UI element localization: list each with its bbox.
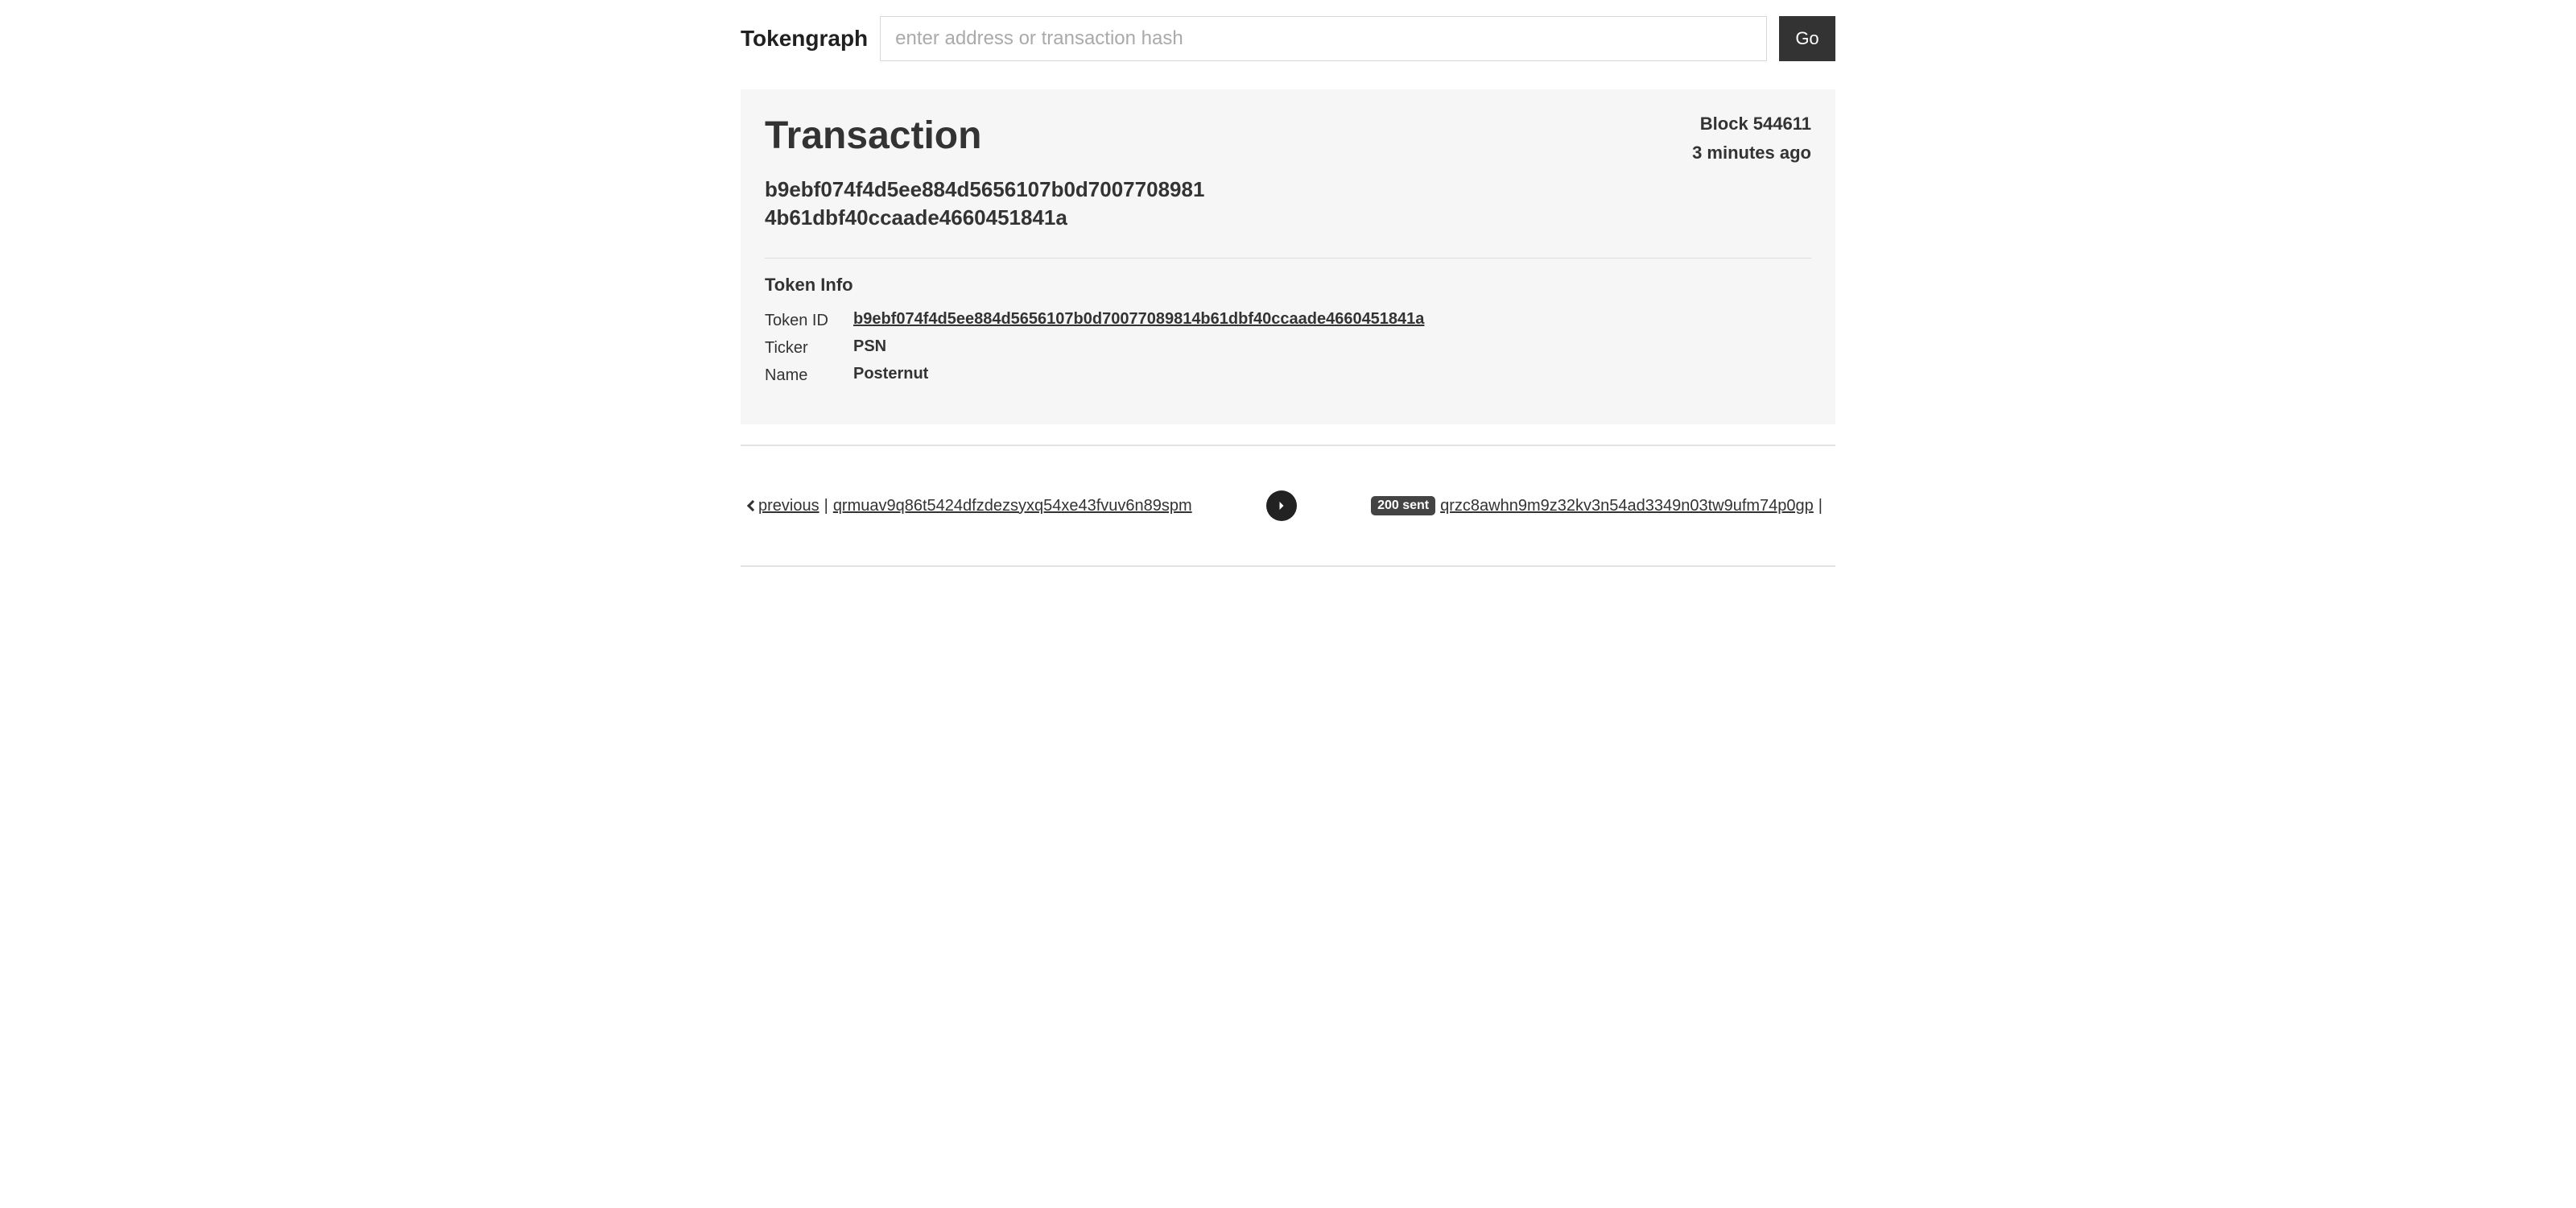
label-name: Name — [765, 365, 853, 386]
transaction-age: 3 minutes ago — [1692, 143, 1811, 163]
arrow-right-icon — [1266, 490, 1297, 521]
transaction-panel: Transaction b9ebf074f4d5ee884d5656107b0d… — [741, 89, 1835, 424]
token-id-link[interactable]: b9ebf074f4d5ee884d5656107b0d70077089814b… — [853, 310, 1424, 328]
amount-badge: 200 sent — [1371, 496, 1435, 515]
value-name: Posternut — [853, 365, 1811, 383]
go-button[interactable]: Go — [1779, 16, 1835, 61]
transaction-flow: previous | qrmuav9q86t5424dfzdezsyxq54xe… — [741, 490, 1835, 521]
separator: | — [824, 497, 828, 515]
info-row-name: Name Posternut — [765, 365, 1811, 386]
output-address-link[interactable]: qrzc8awhn9m9z32kv3n54ad3349n03tw9ufm74p0… — [1440, 497, 1814, 515]
info-row-ticker: Ticker PSN — [765, 337, 1811, 358]
separator: | — [1818, 497, 1823, 515]
value-ticker: PSN — [853, 337, 1811, 356]
search-input[interactable] — [880, 16, 1767, 61]
section-divider — [741, 445, 1835, 446]
divider — [765, 258, 1811, 259]
section-divider — [741, 565, 1835, 567]
info-row-token-id: Token ID b9ebf074f4d5ee884d5656107b0d700… — [765, 310, 1811, 331]
chevron-left-icon — [747, 500, 758, 511]
logo: Tokengraph — [741, 26, 868, 52]
block-number: Block 544611 — [1692, 114, 1811, 134]
token-info-title: Token Info — [765, 275, 1811, 296]
input-address-link[interactable]: qrmuav9q86t5424dfzdezsyxq54xe43fvuv6n89s… — [833, 497, 1192, 515]
transaction-hash: b9ebf074f4d5ee884d5656107b0d7007708981 4… — [765, 176, 1204, 232]
label-ticker: Ticker — [765, 337, 853, 358]
label-token-id: Token ID — [765, 310, 853, 331]
page-title: Transaction — [765, 114, 1204, 158]
previous-link[interactable]: previous — [758, 497, 819, 515]
